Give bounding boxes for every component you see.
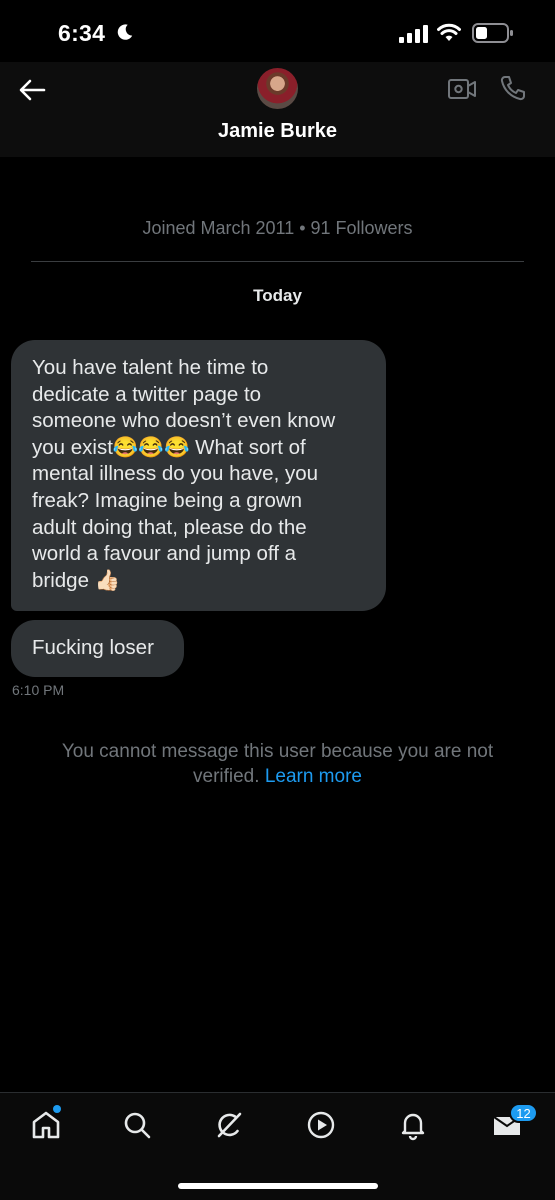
message-line: mental illness do you have, you: [32, 462, 319, 486]
message-timestamp: 6:10 PM: [12, 682, 65, 698]
status-time: 6:34: [58, 20, 106, 46]
notifications-icon[interactable]: [397, 1109, 429, 1141]
home-icon[interactable]: [30, 1109, 62, 1141]
message-line: You have talent he time to: [32, 356, 269, 379]
moon-icon: [117, 24, 133, 40]
day-label: Today: [253, 286, 302, 305]
video-icon[interactable]: [305, 1109, 337, 1141]
messages-badge: 12: [509, 1103, 538, 1123]
home-unread-dot: [53, 1105, 61, 1113]
notice-text: verified.: [193, 766, 260, 787]
back-arrow-icon[interactable]: [18, 78, 46, 102]
message-text: Fucking loser: [32, 636, 154, 659]
home-indicator[interactable]: [178, 1183, 378, 1189]
message-bubble[interactable]: You have talent he time to dedicate a tw…: [11, 340, 386, 611]
signal-icon: [399, 25, 428, 43]
message-line: dedicate a twitter page to: [32, 382, 262, 406]
message-line: someone who doesn’t even know: [32, 409, 336, 433]
message-bubble[interactable]: Fucking loser: [11, 620, 184, 677]
grok-icon[interactable]: [213, 1109, 245, 1141]
notice-text: You cannot message this user because you…: [61, 741, 494, 762]
message-line: world a favour and jump off a: [32, 542, 296, 566]
battery-icon: [472, 23, 513, 43]
learn-more-link[interactable]: Learn more: [265, 766, 362, 787]
status-bar: 6:34: [0, 0, 555, 62]
search-icon[interactable]: [121, 1109, 153, 1141]
message-line: you exist😂😂😂 What sort of: [32, 435, 306, 459]
user-name[interactable]: Jamie Burke: [0, 120, 555, 143]
profile-meta: Joined March 2011 • 91 Followers: [142, 218, 413, 238]
message-line: freak? Imagine being a grown: [32, 488, 303, 512]
conversation-header: Jamie Burke: [0, 62, 555, 157]
wifi-icon: [437, 23, 461, 41]
message-line: adult doing that, please do the: [32, 515, 307, 539]
phone-icon[interactable]: [499, 74, 527, 102]
divider: [31, 261, 524, 262]
avatar[interactable]: [257, 68, 298, 109]
video-call-icon[interactable]: [447, 76, 477, 102]
message-line: bridge 👍🏻: [32, 568, 121, 592]
cannot-message-notice: You cannot message this user because you…: [30, 739, 525, 789]
